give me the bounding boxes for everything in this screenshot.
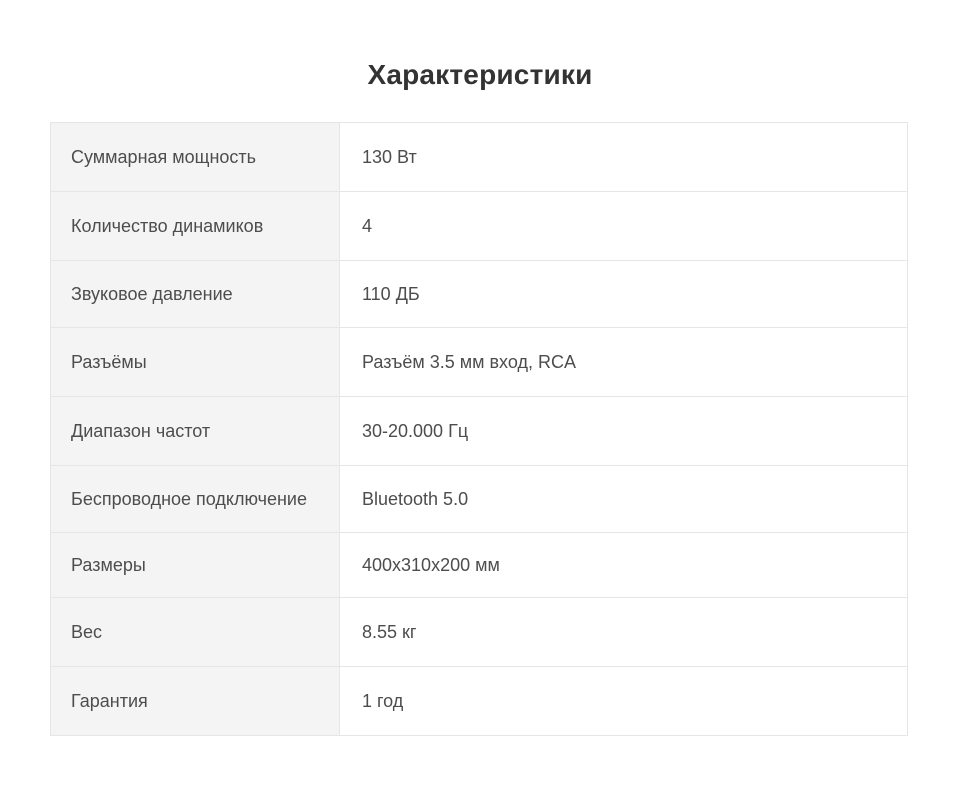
page-title: Характеристики xyxy=(367,58,593,90)
spec-row: Беспроводное подключение Bluetooth 5.0 xyxy=(51,466,907,533)
spec-label: Диапазон частот xyxy=(51,397,340,465)
spec-row: Звуковое давление 110 ДБ xyxy=(51,261,907,328)
spec-row: Вес 8.55 кг xyxy=(51,598,907,667)
spec-row: Гарантия 1 год xyxy=(51,667,907,735)
spec-label: Размеры xyxy=(51,533,340,597)
spec-label: Количество динамиков xyxy=(51,192,340,260)
spec-label: Суммарная мощность xyxy=(51,123,340,191)
spec-row: Суммарная мощность 130 Вт xyxy=(51,123,907,192)
spec-row: Диапазон частот 30-20.000 Гц xyxy=(51,397,907,466)
specifications-table: Суммарная мощность 130 Вт Количество дин… xyxy=(50,122,908,736)
spec-value: 130 Вт xyxy=(362,146,417,167)
spec-value: 400x310x200 мм xyxy=(362,554,500,575)
spec-value: 110 ДБ xyxy=(362,283,420,304)
spec-label: Вес xyxy=(51,598,340,666)
spec-value: Разъём 3.5 мм вход, RCA xyxy=(362,351,576,372)
spec-value: Bluetooth 5.0 xyxy=(362,488,469,509)
spec-row: Размеры 400x310x200 мм xyxy=(51,533,907,598)
spec-value: 4 xyxy=(362,215,373,236)
spec-row: Разъёмы Разъём 3.5 мм вход, RCA xyxy=(51,328,907,397)
spec-value: 8.55 кг xyxy=(362,621,417,642)
spec-value: 1 год xyxy=(362,690,404,711)
spec-row: Количество динамиков 4 xyxy=(51,192,907,261)
spec-label: Беспроводное подключение xyxy=(51,466,340,532)
spec-label: Звуковое давление xyxy=(51,261,340,327)
spec-value: 30-20.000 Гц xyxy=(362,420,469,441)
spec-label: Гарантия xyxy=(51,667,340,735)
spec-label: Разъёмы xyxy=(51,328,340,396)
